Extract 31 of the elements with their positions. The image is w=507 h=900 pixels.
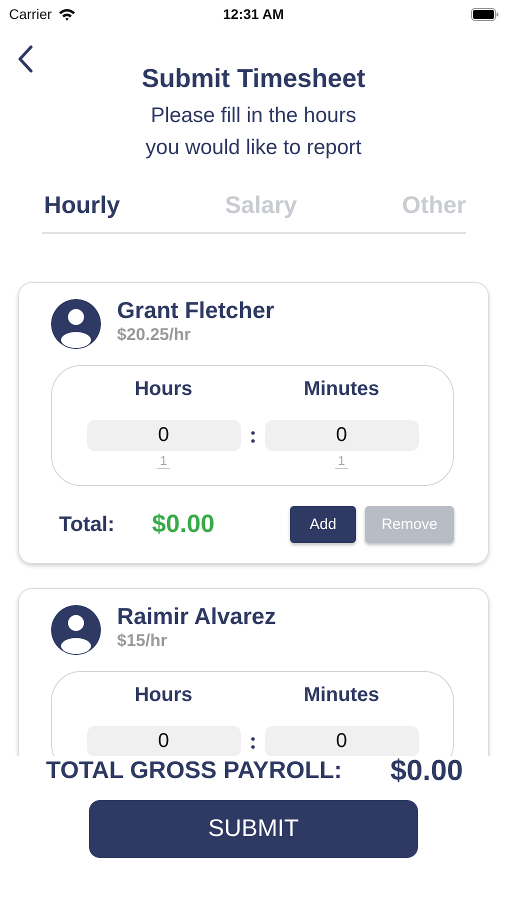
avatar-icon <box>51 605 101 655</box>
add-button[interactable]: Add <box>290 506 356 543</box>
hours-label: Hours <box>134 377 192 402</box>
payroll-amount: $0.00 <box>390 754 463 788</box>
wifi-icon <box>58 8 76 20</box>
avatar-icon <box>51 299 101 349</box>
battery-icon <box>471 8 499 20</box>
next-value: 1 <box>156 453 170 469</box>
hours-label: Hours <box>134 683 192 708</box>
carrier-text: Carrier <box>9 6 52 22</box>
next-value: 1 <box>334 453 348 469</box>
hours-field[interactable]: 0 <box>86 726 240 756</box>
minutes-field[interactable]: 0 <box>264 420 418 451</box>
minutes-field[interactable]: 0 <box>264 726 418 756</box>
payroll-label: TOTAL GROSS PAYROLL: <box>46 757 342 785</box>
hourly-rate: $15/hr <box>117 630 168 652</box>
category-tab[interactable]: Hourly <box>42 192 120 220</box>
minutes-label: Minutes <box>304 683 380 708</box>
total-amount: $0.00 <box>152 510 216 539</box>
page-title: Submit Timesheet <box>140 62 366 94</box>
back-icon[interactable] <box>17 45 33 73</box>
employee-name: Raimir Alvarez <box>117 602 276 630</box>
minutes-label: Minutes <box>304 377 380 402</box>
submit-button[interactable]: SUBMIT <box>89 800 418 858</box>
instruction-text: you would like to report <box>144 135 362 161</box>
hours-field[interactable]: 0 <box>86 420 240 451</box>
total-label: Total: <box>59 512 116 536</box>
clock-time: 12:31 AM <box>223 6 284 22</box>
instruction-text: Please fill in the hours <box>150 103 358 129</box>
hourly-rate: $20.25/hr <box>117 324 192 346</box>
employee-name: Grant Fletcher <box>117 296 274 324</box>
